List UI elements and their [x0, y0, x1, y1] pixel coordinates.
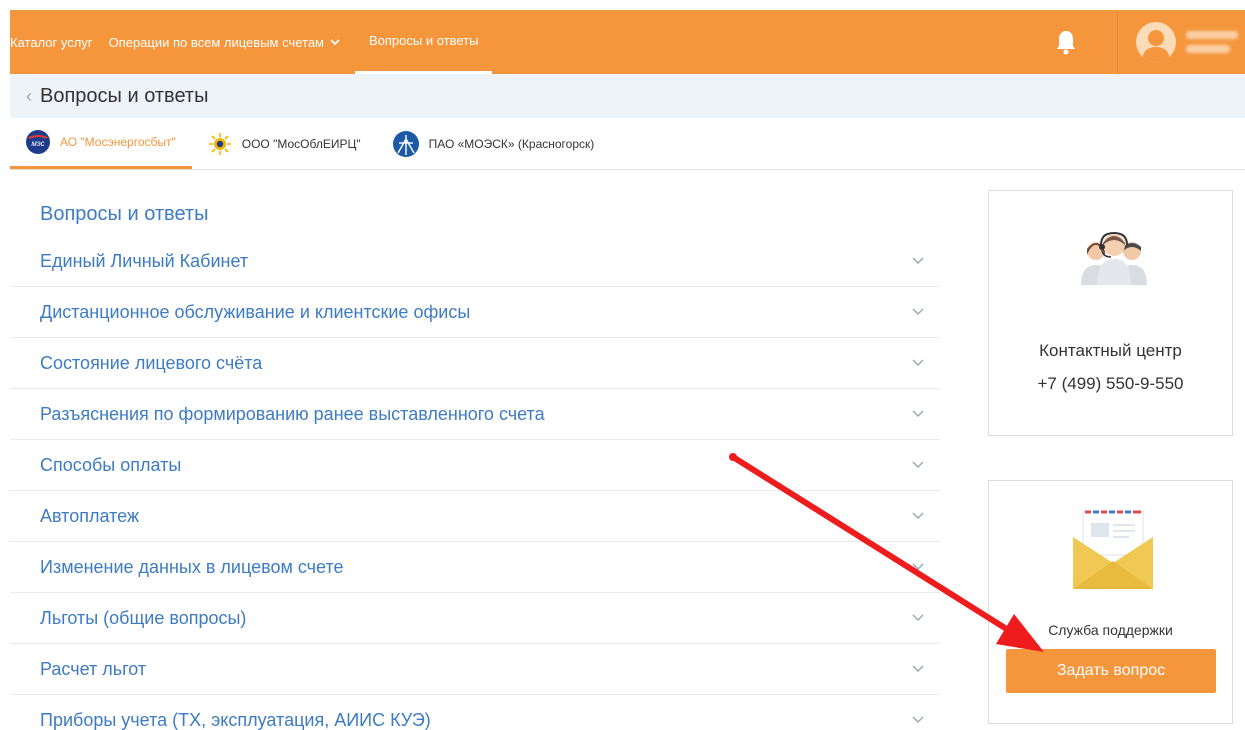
avatar — [1136, 22, 1176, 62]
chevron-down-icon — [330, 39, 340, 46]
chevron-down-icon — [912, 461, 924, 468]
faq-item[interactable]: Способы оплаты — [10, 440, 940, 491]
tab-mosenergosbyt-label: АО "Мосэнергосбыт" — [60, 135, 176, 149]
faq-item-label: Расчет льгот — [40, 658, 147, 679]
nav-operations[interactable]: Операции по всем лицевым счетам — [103, 10, 351, 74]
contact-center-phone: +7 (499) 550-9-550 — [1037, 374, 1184, 393]
faq-item[interactable]: Расчет льгот — [10, 644, 940, 695]
faq-item[interactable]: Единый Личный Кабинет — [10, 236, 940, 287]
faq-item-label: Единый Личный Кабинет — [40, 250, 249, 271]
ask-question-button[interactable]: Задать вопрос — [1006, 649, 1216, 693]
faq-item-label: Разъяснения по формированию ранее выстав… — [40, 403, 545, 424]
faq-item[interactable]: Состояние лицевого счёта — [10, 338, 940, 389]
faq-item-label: Способы оплаты — [40, 454, 182, 475]
faq-item-label: Изменение данных в лицевом счете — [40, 556, 344, 577]
nav-catalog[interactable]: Каталог услуг — [10, 10, 103, 74]
faq-item[interactable]: Дистанционное обслуживание и клиентские … — [10, 287, 940, 338]
breadcrumb: ‹ Вопросы и ответы — [10, 74, 1245, 118]
main-nav: Каталог услуг Операции по всем лицевым с… — [10, 10, 493, 74]
tab-mosobleirc-label: ООО "МосОблЕИРЦ" — [241, 136, 361, 151]
chevron-down-icon — [912, 410, 924, 417]
faq-item-label: Состояние лицевого счёта — [40, 352, 263, 373]
faq-item[interactable]: Разъяснения по формированию ранее выстав… — [10, 389, 940, 440]
faq-item-label: Автоплатеж — [40, 505, 139, 526]
chevron-down-icon — [912, 257, 924, 264]
faq-title: Вопросы и ответы — [40, 203, 209, 225]
nav-catalog-label: Каталог услуг — [10, 34, 93, 50]
mosenergosbyt-logo-icon: мэс — [26, 130, 50, 154]
faq-item-label: Льготы (общие вопросы) — [40, 607, 247, 628]
chevron-down-icon — [912, 308, 924, 315]
topbar-right — [1055, 10, 1245, 74]
support-team-icon — [1081, 231, 1147, 285]
chevron-down-icon — [912, 512, 924, 519]
support-card: Служба поддержки Задать вопрос — [988, 480, 1233, 724]
faq-list: Единый Личный Кабинет Дистанционное обслу… — [10, 236, 940, 730]
user-name-blurred — [1186, 31, 1238, 53]
faq-item-label: Дистанционное обслуживание и клиентские … — [40, 301, 471, 322]
bell-icon[interactable] — [1055, 29, 1077, 55]
top-navigation-bar: Каталог услуг Операции по всем лицевым с… — [10, 10, 1245, 74]
faq-item[interactable]: Льготы (общие вопросы) — [10, 593, 940, 644]
tab-mosobleirc[interactable]: ООО "МосОблЕИРЦ" — [192, 118, 377, 169]
faq-item[interactable]: Автоплатеж — [10, 491, 940, 542]
user-menu[interactable] — [1117, 10, 1245, 74]
chevron-down-icon — [912, 716, 924, 723]
envelope-icon — [1073, 510, 1153, 589]
chevron-down-icon — [912, 359, 924, 366]
faq-section: Вопросы и ответы Единый Личный Кабинет Ди… — [10, 190, 940, 730]
chevron-down-icon — [912, 614, 924, 621]
support-label: Служба поддержки — [1048, 622, 1173, 638]
user-silhouette-icon — [1142, 30, 1170, 62]
nav-faq-label: Вопросы и ответы — [368, 33, 479, 48]
tab-moesk-label: ПАО «МОЭСК» (Красногорск) — [428, 136, 595, 151]
chevron-down-icon — [912, 665, 924, 672]
nav-faq[interactable]: Вопросы и ответы — [354, 10, 493, 74]
provider-tabs: мэс АО "Мосэнергосбыт" ООО "МосОблЕИРЦ" — [10, 118, 1245, 170]
moesk-logo-icon — [392, 130, 419, 157]
page-title: Вопросы и ответы — [40, 84, 209, 107]
faq-item-label: Приборы учета (ТХ, эксплуатация, АИИС КУ… — [40, 709, 431, 730]
tab-mosenergosbyt[interactable]: мэс АО "Мосэнергосбыт" — [10, 118, 192, 169]
nav-operations-label: Операции по всем лицевым счетам — [108, 34, 324, 50]
mosobleirc-logo-icon — [208, 132, 231, 155]
tab-moesk[interactable]: ПАО «МОЭСК» (Красногорск) — [377, 118, 611, 169]
svg-text:мэс: мэс — [31, 139, 44, 148]
faq-item[interactable]: Изменение данных в лицевом счете — [10, 542, 940, 593]
contact-center-name: Контактный центр — [1039, 341, 1182, 360]
chevron-down-icon — [912, 563, 924, 570]
contact-center-card: Контактный центр +7 (499) 550-9-550 — [988, 190, 1233, 436]
back-chevron-icon[interactable]: ‹ — [26, 86, 32, 107]
faq-item[interactable]: Приборы учета (ТХ, эксплуатация, АИИС КУ… — [10, 695, 940, 730]
